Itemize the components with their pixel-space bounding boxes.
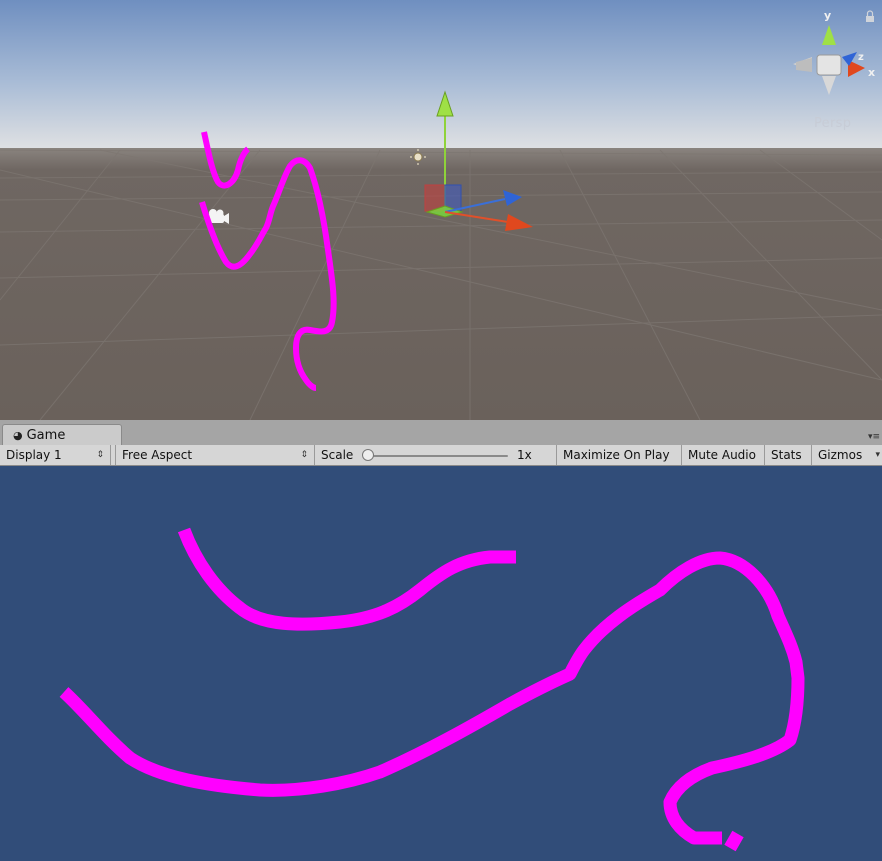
pacman-icon: ◕ — [13, 428, 23, 442]
scale-slider-track[interactable] — [366, 455, 508, 457]
maximize-on-play-label: Maximize On Play — [563, 448, 670, 462]
updown-arrow-icon: ⇕ — [300, 450, 308, 460]
aspect-dropdown[interactable]: Free Aspect ⇕ — [115, 445, 315, 465]
display-dropdown-label: Display 1 — [6, 448, 62, 462]
game-toolbar: Display 1 ⇕ Free Aspect ⇕ Scale 1x Maxim… — [0, 445, 882, 466]
tab-game[interactable]: ◕ Game — [2, 424, 122, 445]
panel-menu-icon[interactable]: ▾≡ — [868, 432, 880, 442]
aspect-dropdown-label: Free Aspect — [122, 448, 193, 462]
updown-arrow-icon: ⇕ — [96, 450, 104, 460]
tab-game-label: Game — [26, 427, 66, 443]
scale-slider-thumb[interactable] — [362, 449, 374, 461]
persp-label[interactable]: Persp — [814, 116, 851, 131]
display-dropdown[interactable]: Display 1 ⇕ — [0, 445, 111, 465]
stats-button[interactable]: Stats — [765, 445, 812, 465]
scene-view[interactable]: y z x Persp — [0, 0, 882, 420]
mute-audio-label: Mute Audio — [688, 448, 756, 462]
scene-canvas[interactable]: y z x — [0, 0, 882, 420]
tab-strip: ◕ Game ▾≡ — [0, 420, 882, 446]
gizmos-label: Gizmos — [818, 448, 863, 462]
game-panel-header: ◕ Game ▾≡ Display 1 ⇕ Free Aspect ⇕ Scal… — [0, 420, 882, 466]
gizmos-dropdown[interactable]: Gizmos ▾ — [812, 445, 882, 465]
mute-audio-button[interactable]: Mute Audio — [682, 445, 765, 465]
game-line-strokes — [59, 527, 805, 852]
maximize-on-play-button[interactable]: Maximize On Play — [557, 445, 682, 465]
gizmo-x-label: x — [868, 66, 875, 79]
gizmo-z-label: z — [858, 52, 864, 63]
game-canvas[interactable] — [0, 466, 882, 861]
dropdown-arrow-icon: ▾ — [875, 450, 880, 460]
stats-label: Stats — [771, 448, 802, 462]
scale-value: 1x — [517, 448, 532, 462]
scale-label: Scale — [321, 448, 354, 462]
gizmo-y-label: y — [824, 9, 831, 22]
game-view[interactable] — [0, 466, 882, 861]
